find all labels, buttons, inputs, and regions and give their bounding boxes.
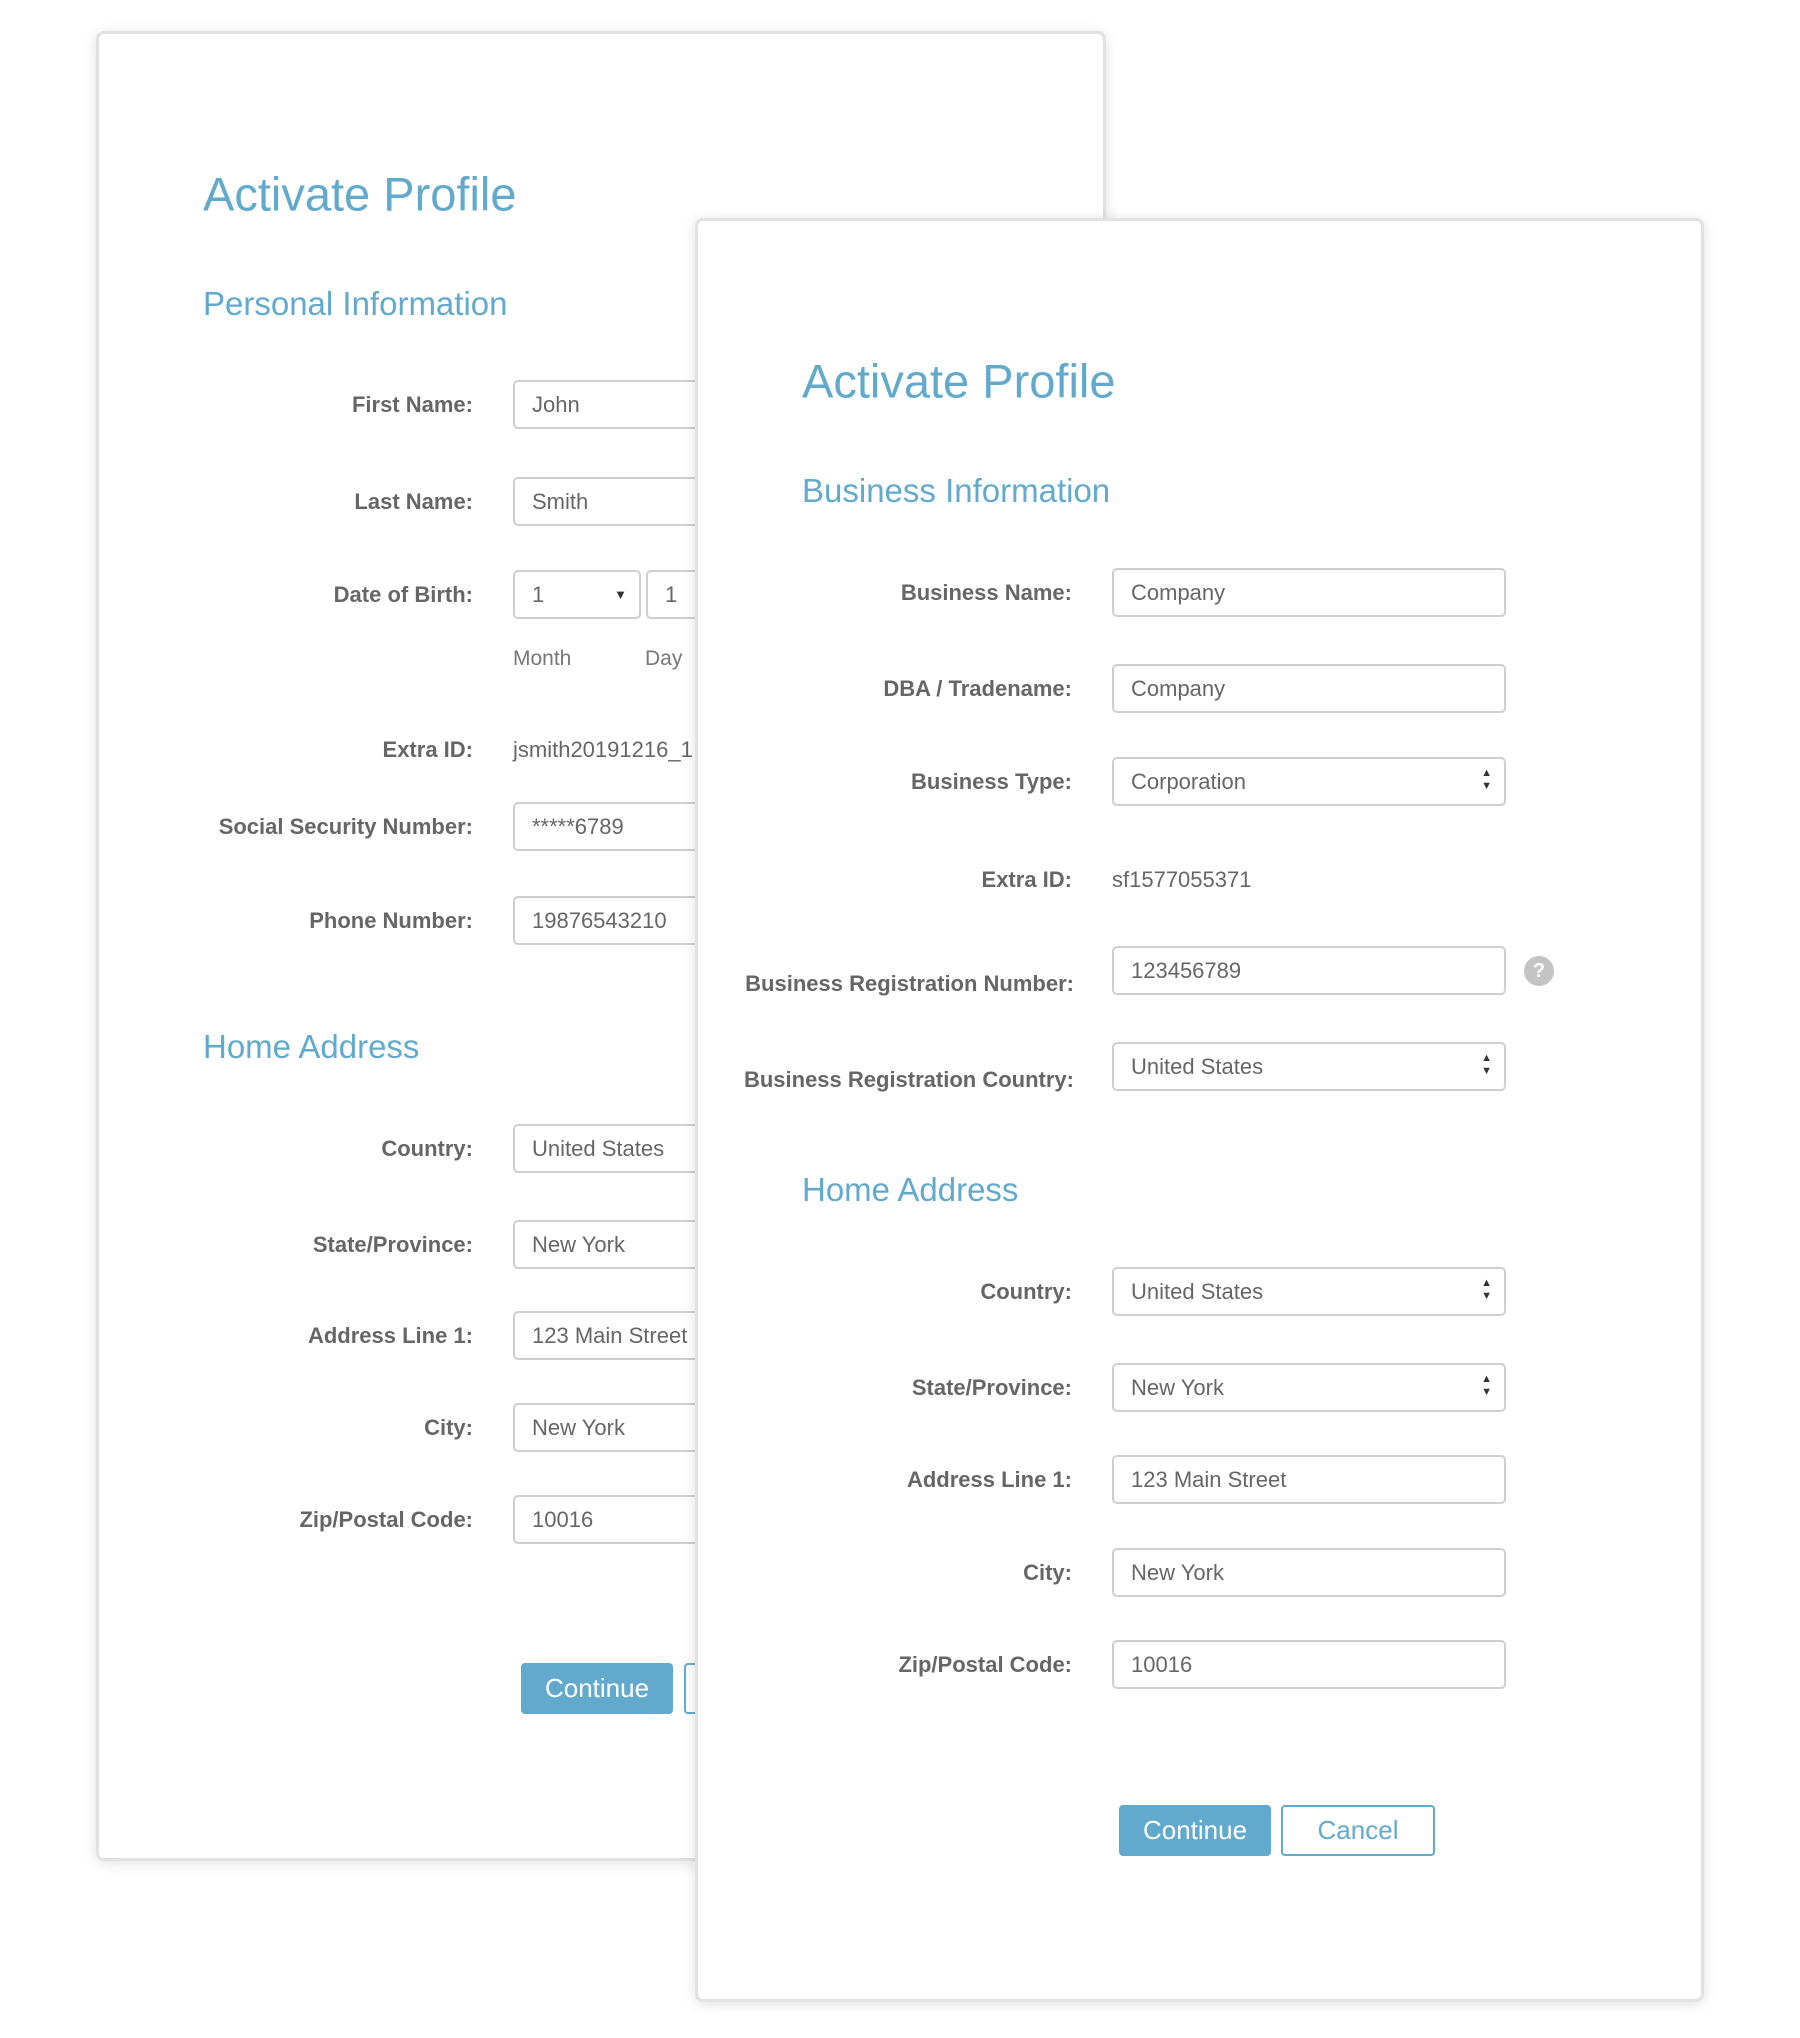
reg-country-label: Business Registration Country:	[743, 1067, 1074, 1092]
select-arrows-icon: ▲ ▼	[1481, 1277, 1492, 1302]
dob-month-value: 1	[532, 582, 545, 607]
business-type-select[interactable]: Corporation ▲ ▼	[1112, 757, 1506, 806]
address1-label: Address Line 1:	[307, 1323, 473, 1348]
business-type-value: Corporation	[1131, 769, 1246, 794]
business-type-label: Business Type:	[911, 769, 1072, 794]
dob-label: Date of Birth:	[333, 582, 473, 607]
dob-day-value: 1	[665, 582, 678, 607]
dba-label: DBA / Tradename:	[883, 676, 1072, 701]
select-arrows-icon: ▲ ▼	[1481, 1373, 1492, 1398]
extra-id-value: jsmith20191216_1	[513, 737, 693, 762]
select-arrows-icon: ▲ ▼	[1481, 767, 1492, 792]
city-label: City:	[1023, 1560, 1072, 1585]
dba-input[interactable]: Company	[1112, 664, 1506, 713]
section-heading-address: Home Address	[203, 1028, 420, 1065]
zip-input[interactable]: 10016	[1112, 1640, 1506, 1689]
section-heading-business: Business Information	[802, 472, 1111, 509]
state-label: State/Province:	[312, 1232, 473, 1257]
phone-label: Phone Number:	[309, 908, 473, 933]
address1-input[interactable]: 123 Main Street	[1112, 1455, 1506, 1504]
country-label: Country:	[381, 1136, 473, 1161]
help-icon[interactable]: ?	[1524, 956, 1554, 986]
continue-button[interactable]: Continue	[521, 1663, 673, 1714]
reg-number-input[interactable]: 123456789	[1112, 946, 1506, 995]
zip-label: Zip/Postal Code:	[898, 1652, 1072, 1677]
caret-down-icon: ▼	[614, 587, 627, 602]
extra-id-value: sf1577055371	[1112, 867, 1252, 892]
city-input[interactable]: New York	[1112, 1548, 1506, 1597]
section-heading-address: Home Address	[802, 1171, 1019, 1208]
section-heading-personal: Personal Information	[203, 285, 508, 322]
business-info-card: Activate Profile Business Information Bu…	[695, 218, 1704, 2002]
address1-label: Address Line 1:	[906, 1467, 1072, 1492]
reg-country-value: United States	[1131, 1054, 1264, 1079]
state-label: State/Province:	[911, 1375, 1072, 1400]
business-name-label: Business Name:	[900, 580, 1072, 605]
extra-id-label: Extra ID:	[382, 737, 473, 762]
zip-label: Zip/Postal Code:	[299, 1507, 473, 1532]
state-select[interactable]: New York ▲ ▼	[1112, 1363, 1506, 1412]
country-value: United States	[1131, 1279, 1264, 1304]
country-label: Country:	[980, 1279, 1072, 1304]
state-value: New York	[1131, 1375, 1224, 1400]
city-label: City:	[424, 1415, 473, 1440]
month-caption: Month	[513, 647, 572, 670]
business-name-input[interactable]: Company	[1112, 568, 1506, 617]
select-arrows-icon: ▲ ▼	[1481, 1052, 1492, 1077]
ssn-label: Social Security Number:	[218, 814, 473, 839]
country-select[interactable]: United States ▲ ▼	[1112, 1267, 1506, 1316]
day-caption: Day	[645, 647, 683, 670]
first-name-label: First Name:	[351, 392, 473, 417]
continue-button[interactable]: Continue	[1119, 1805, 1271, 1856]
reg-number-label: Business Registration Number:	[745, 971, 1074, 996]
page-title: Activate Profile	[802, 354, 1116, 408]
cancel-button[interactable]: Cancel	[1281, 1805, 1435, 1856]
dob-month-select[interactable]: 1 ▼	[513, 570, 641, 619]
reg-country-select[interactable]: United States ▲ ▼	[1112, 1042, 1506, 1091]
extra-id-label: Extra ID:	[981, 867, 1072, 892]
last-name-label: Last Name:	[354, 489, 473, 514]
page-title: Activate Profile	[203, 167, 517, 221]
